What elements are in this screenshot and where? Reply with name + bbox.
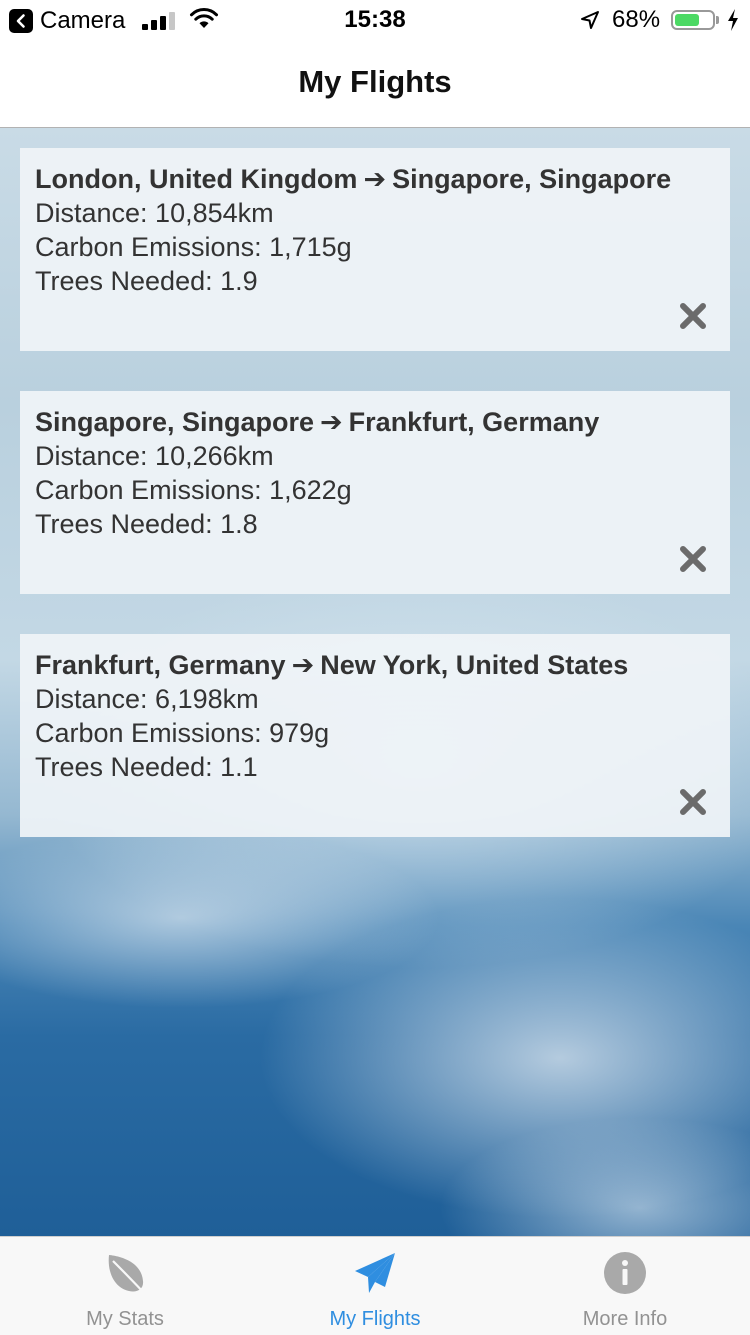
flight-distance: Distance: 10,854km [35, 198, 274, 228]
navigation-bar: My Flights [0, 40, 750, 128]
route-arrow-icon: ➔ [291, 650, 315, 680]
paper-plane-icon [355, 1253, 395, 1293]
status-bar: Camera 15:38 68% [0, 0, 750, 40]
flight-trees-needed: Trees Needed: 1.9 [35, 266, 258, 296]
flight-card: Singapore, Singapore ➔ Frankfurt, Germany … [20, 391, 730, 594]
flight-route: Frankfurt, Germany ➔ New York, United Stat… [35, 648, 715, 682]
battery-level-fill [675, 14, 699, 26]
flight-emissions: Carbon Emissions: 1,622g [35, 475, 352, 505]
close-icon[interactable] [678, 544, 708, 574]
route-origin: Singapore, Singapore [35, 407, 315, 437]
flight-emissions: Carbon Emissions: 979g [35, 718, 330, 748]
close-icon[interactable] [678, 301, 708, 331]
route-destination: Singapore, Singapore [392, 164, 672, 194]
location-arrow-icon [581, 11, 599, 29]
tab-my-stats[interactable]: My Stats [0, 1237, 250, 1335]
close-icon[interactable] [678, 787, 708, 817]
charging-bolt-icon [728, 9, 738, 31]
battery-percent: 68% [612, 6, 661, 33]
flight-distance: Distance: 6,198km [35, 684, 259, 714]
info-icon [604, 1252, 646, 1294]
tab-label: My Stats [86, 1308, 164, 1330]
flight-emissions: Carbon Emissions: 1,715g [35, 232, 352, 262]
flight-card: London, United Kingdom ➔ Singapore, Singap… [20, 148, 730, 351]
flight-route: London, United Kingdom ➔ Singapore, Singap… [35, 162, 715, 196]
flight-distance: Distance: 10,266km [35, 441, 274, 471]
tab-my-flights[interactable]: My Flights [250, 1237, 500, 1335]
route-destination: New York, United States [320, 650, 629, 680]
flight-card: Frankfurt, Germany ➔ New York, United Stat… [20, 634, 730, 837]
route-arrow-icon: ➔ [363, 164, 387, 194]
tab-label: My Flights [329, 1308, 421, 1330]
tab-label: More Info [582, 1308, 668, 1330]
flight-list: London, United Kingdom ➔ Singapore, Singap… [20, 148, 730, 877]
battery-cap [716, 16, 719, 24]
page-title: My Flights [298, 64, 452, 99]
route-origin: London, United Kingdom [35, 164, 358, 194]
route-arrow-icon: ➔ [320, 407, 343, 437]
battery-icon [671, 10, 715, 30]
flight-route: Singapore, Singapore ➔ Frankfurt, Germany [35, 405, 715, 439]
flight-trees-needed: Trees Needed: 1.8 [35, 509, 258, 539]
flight-trees-needed: Trees Needed: 1.1 [35, 752, 258, 782]
tab-more-info[interactable]: More Info [500, 1237, 750, 1335]
route-destination: Frankfurt, Germany [348, 407, 600, 437]
leaf-icon [108, 1255, 146, 1295]
route-origin: Frankfurt, Germany [35, 650, 286, 680]
tab-bar: My Stats My Flights More Info [0, 1236, 750, 1335]
flights-background: London, United Kingdom ➔ Singapore, Singap… [0, 128, 750, 1236]
